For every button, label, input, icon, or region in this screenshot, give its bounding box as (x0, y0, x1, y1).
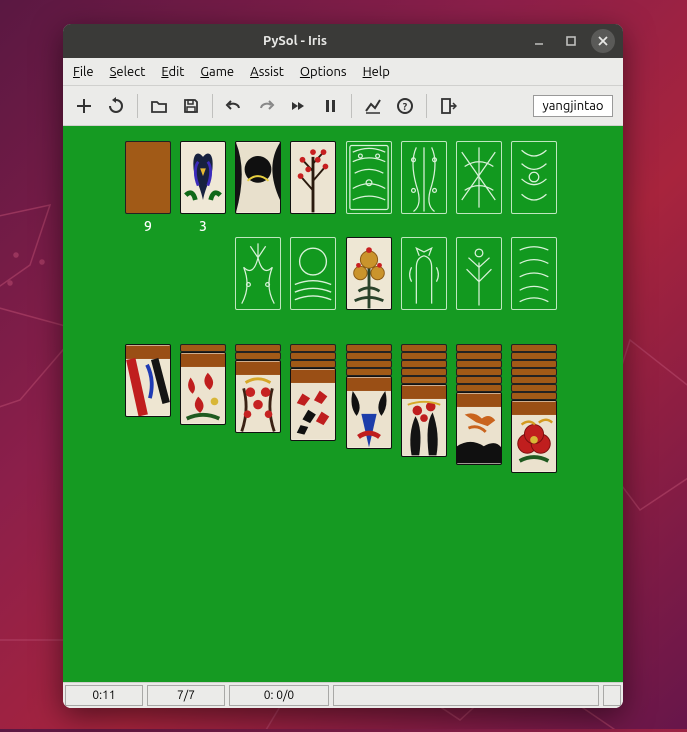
foundation-slot-bot-5[interactable] (511, 237, 557, 310)
menu-assist[interactable]: Assist (250, 65, 284, 79)
foundation-top-face-2[interactable] (235, 141, 281, 214)
tableau-1-card[interactable] (180, 352, 226, 425)
tableau-3-hidden[interactable] (290, 344, 336, 352)
titlebar: PySol - Iris (63, 24, 623, 58)
tableau-6-hidden[interactable] (456, 360, 502, 368)
tableau-7-hidden[interactable] (511, 392, 557, 400)
toolbar-separator (426, 94, 427, 118)
tableau-4-hidden[interactable] (346, 360, 392, 368)
tableau-5-hidden[interactable] (401, 360, 447, 368)
menu-options[interactable]: Options (300, 65, 347, 79)
tableau-7-hidden[interactable] (511, 368, 557, 376)
menu-edit[interactable]: Edit (161, 65, 184, 79)
tableau-7-hidden[interactable] (511, 360, 557, 368)
app-window: PySol - Iris File Select Edit Game Assis… (63, 24, 623, 708)
tableau-5-hidden[interactable] (401, 352, 447, 360)
undo-button[interactable] (219, 91, 249, 121)
tableau-7-hidden[interactable] (511, 352, 557, 360)
svg-text:?: ? (403, 101, 408, 112)
status-moves: 7/7 (147, 685, 225, 706)
tableau-0-card[interactable] (125, 344, 171, 417)
window-title: PySol - Iris (71, 34, 519, 48)
foundation-slot-bot-4[interactable] (456, 237, 502, 310)
foundation-bot-face-2[interactable] (346, 237, 392, 310)
foundation-slot-bot-3[interactable] (401, 237, 447, 310)
tableau-3-card[interactable] (290, 368, 336, 441)
menu-select[interactable]: Select (110, 65, 146, 79)
maximize-button[interactable] (559, 29, 583, 53)
menu-game[interactable]: Game (200, 65, 234, 79)
status-message (333, 685, 599, 706)
tableau-1-hidden[interactable] (180, 344, 226, 352)
waste-count: 3 (180, 218, 226, 234)
tableau-4-hidden[interactable] (346, 352, 392, 360)
tableau-5-hidden[interactable] (401, 368, 447, 376)
foundation-slot-bot-0[interactable] (235, 237, 281, 310)
menu-file[interactable]: File (73, 65, 94, 79)
toolbar-separator (137, 94, 138, 118)
new-game-button[interactable] (69, 91, 99, 121)
playfield[interactable]: 9 3 (63, 126, 623, 682)
waste-card[interactable] (180, 141, 226, 214)
autodrop-button[interactable] (283, 91, 313, 121)
status-score: 0: 0/0 (229, 685, 329, 706)
tableau-3-hidden[interactable] (290, 352, 336, 360)
foundation-top-face-3[interactable] (290, 141, 336, 214)
tableau-3-hidden[interactable] (290, 360, 336, 368)
tableau-5-hidden[interactable] (401, 376, 447, 384)
stock-pile[interactable] (125, 141, 171, 214)
stats-button[interactable] (358, 91, 388, 121)
foundation-slot-top-4[interactable] (346, 141, 392, 214)
tableau-6-hidden[interactable] (456, 344, 502, 352)
pause-button[interactable] (315, 91, 345, 121)
tableau-2-card[interactable] (235, 360, 281, 433)
stock-count: 9 (125, 218, 171, 234)
close-button[interactable] (591, 29, 615, 53)
tableau-7-hidden[interactable] (511, 376, 557, 384)
status-time: 0:11 (65, 685, 143, 706)
minimize-button[interactable] (527, 29, 551, 53)
tableau-7-hidden[interactable] (511, 344, 557, 352)
tableau-6-hidden[interactable] (456, 376, 502, 384)
tableau-4-hidden[interactable] (346, 344, 392, 352)
tableau-5-hidden[interactable] (401, 344, 447, 352)
tableau-4-hidden[interactable] (346, 368, 392, 376)
tableau-6-hidden[interactable] (456, 384, 502, 392)
toolbar-separator (212, 94, 213, 118)
toolbar: ? yangjintao (63, 86, 623, 126)
toolbar-separator (351, 94, 352, 118)
quit-button[interactable] (433, 91, 463, 121)
tableau-6-card[interactable] (456, 392, 502, 465)
foundation-slot-top-5[interactable] (401, 141, 447, 214)
foundation-slot-bot-1[interactable] (290, 237, 336, 310)
menubar: File Select Edit Game Assist Options Hel… (63, 58, 623, 86)
tableau-6-hidden[interactable] (456, 368, 502, 376)
tableau-7-card[interactable] (511, 400, 557, 473)
foundation-slot-top-6[interactable] (456, 141, 502, 214)
tableau-7-hidden[interactable] (511, 384, 557, 392)
statusbar: 0:11 7/7 0: 0/0 (63, 682, 623, 708)
open-button[interactable] (144, 91, 174, 121)
status-grip (603, 685, 621, 706)
tableau-4-card[interactable] (346, 376, 392, 449)
tableau-6-hidden[interactable] (456, 352, 502, 360)
tableau-2-hidden[interactable] (235, 344, 281, 352)
tableau-5-card[interactable] (401, 384, 447, 457)
rules-button[interactable]: ? (390, 91, 420, 121)
tableau-2-hidden[interactable] (235, 352, 281, 360)
menu-help[interactable]: Help (363, 65, 390, 79)
restart-button[interactable] (101, 91, 131, 121)
player-name-field[interactable]: yangjintao (533, 95, 613, 117)
foundation-slot-top-7[interactable] (511, 141, 557, 214)
save-button[interactable] (176, 91, 206, 121)
redo-button[interactable] (251, 91, 281, 121)
